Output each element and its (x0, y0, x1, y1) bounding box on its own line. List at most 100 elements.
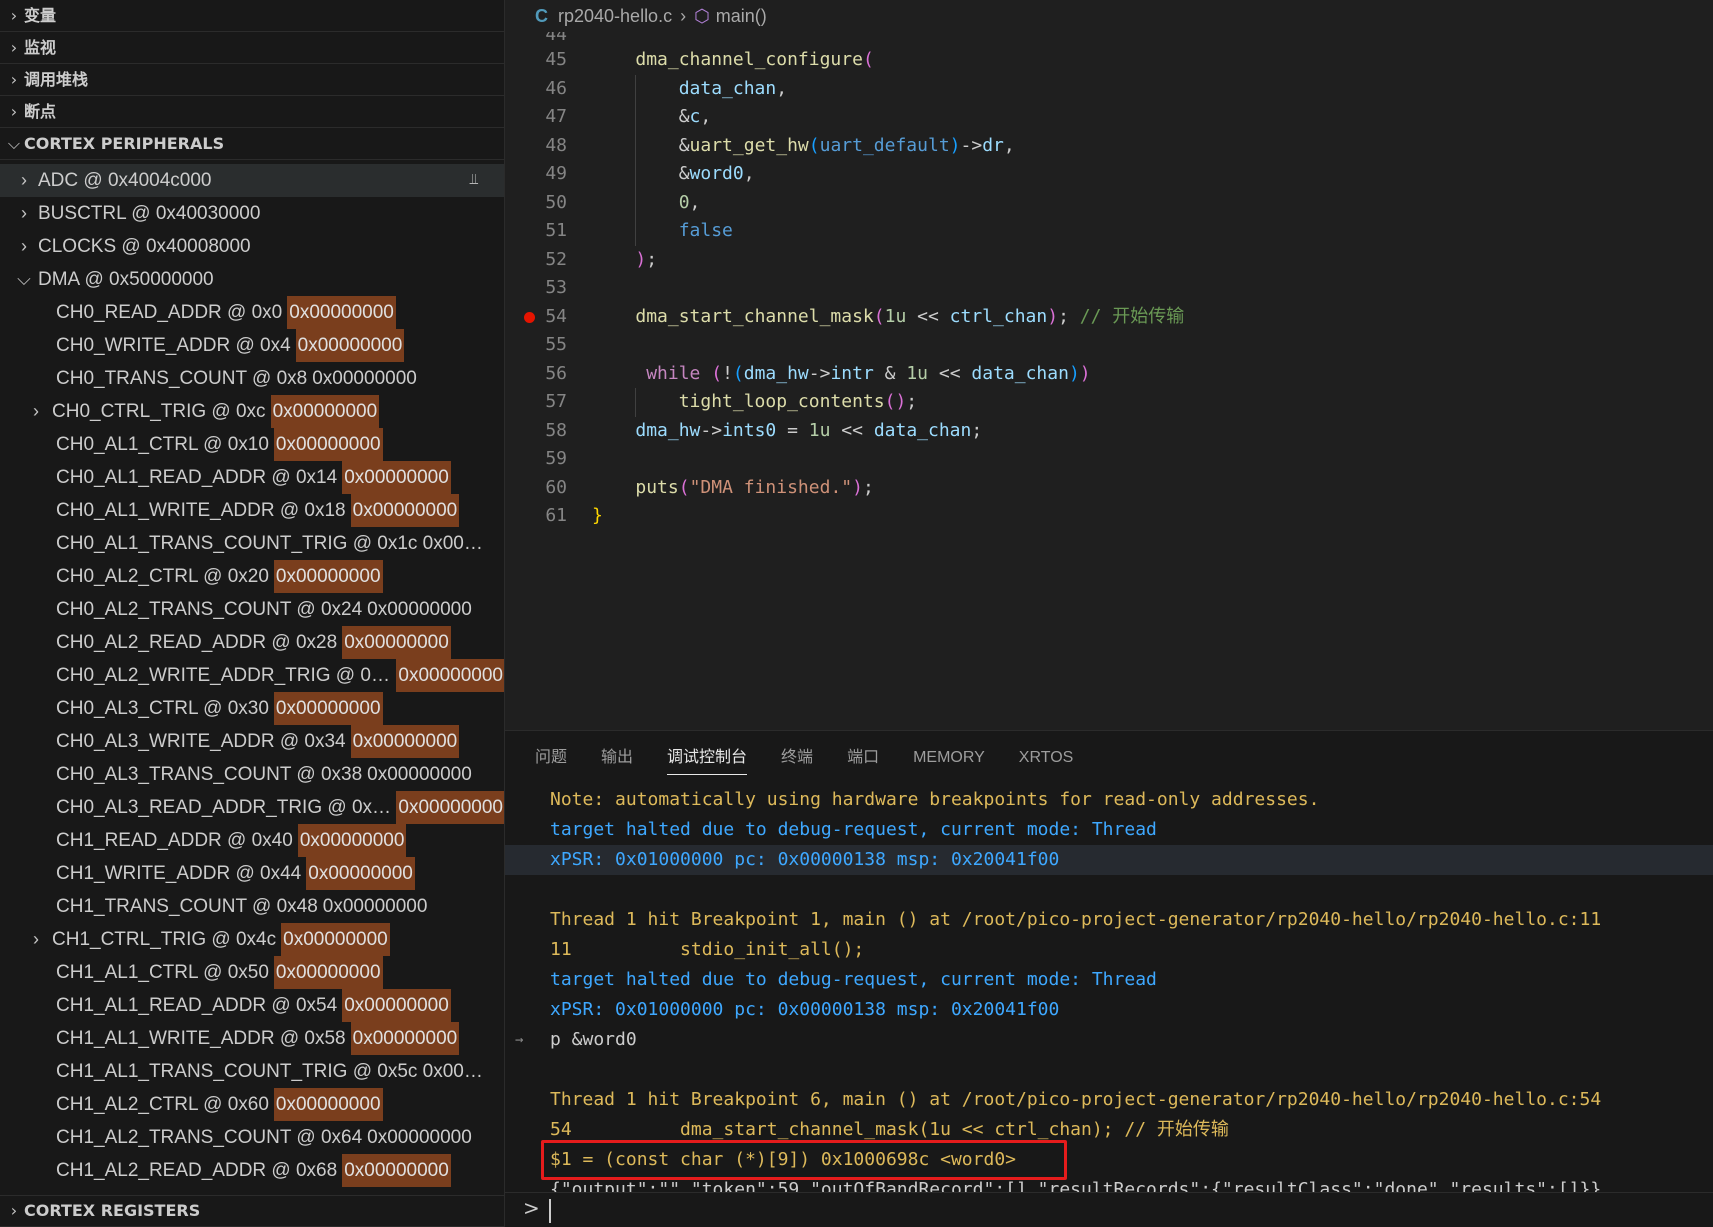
line-number: 50 (545, 191, 567, 213)
register-item[interactable]: CH1_AL2_READ_ADDR @ 0x68 0x00000000 (0, 1154, 504, 1187)
register-item[interactable]: CH0_AL3_TRANS_COUNT @ 0x38 0x00000000 (0, 758, 504, 791)
line-number: 58 (545, 419, 567, 441)
register-item[interactable]: CH1_AL1_TRANS_COUNT_TRIG @ 0x5c 0x00000.… (0, 1055, 504, 1088)
tab-xrtos[interactable]: XRTOS (1019, 731, 1074, 785)
section-label: 监视 (24, 37, 57, 57)
tab-ports[interactable]: 端口 (847, 731, 879, 785)
panel-tabs: 问题 输出 调试控制台 终端 端口 MEMORY XRTOS (505, 731, 1713, 785)
tab-output[interactable]: 输出 (601, 731, 633, 785)
code-editor: C rp2040-hello.c › ⬡ main() 44 45 dma_ch… (505, 0, 1713, 730)
register-item[interactable]: › CH1_CTRL_TRIG @ 0x4c 0x00000000 (0, 923, 504, 956)
breadcrumb: C rp2040-hello.c › ⬡ main() (505, 0, 1713, 32)
register-item[interactable]: CH1_AL1_CTRL @ 0x50 0x00000000 (0, 956, 504, 989)
register-item[interactable]: CH0_AL3_CTRL @ 0x30 0x00000000 (0, 692, 504, 725)
code-line: 61 } (505, 502, 1713, 531)
prompt-chevron-icon: > (523, 1196, 540, 1220)
peripheral-label: CLOCKS @ 0x40008000 (38, 236, 251, 257)
console-text: p &word0 (550, 1029, 637, 1050)
peripheral-item[interactable]: ⌵ DMA @ 0x50000000 (0, 263, 504, 296)
debug-console-output[interactable]: Note: automatically using hardware break… (505, 785, 1713, 1205)
register-value: 0x00000000 (396, 659, 504, 692)
register-value: 0x00000000 (306, 857, 415, 890)
register-value: 0x00000000 (350, 494, 460, 527)
register-item[interactable]: CH0_AL3_WRITE_ADDR @ 0x34 0x00000000 (0, 725, 504, 758)
register-item[interactable]: CH0_AL3_READ_ADDR_TRIG @ 0x3c 0x00000000 (0, 791, 504, 824)
console-line: xPSR: 0x01000000 pc: 0x00000138 msp: 0x2… (505, 995, 1713, 1025)
chevron-right-icon: › (21, 203, 27, 223)
code-line: 55 (505, 331, 1713, 360)
tab-terminal[interactable]: 终端 (781, 731, 813, 785)
register-item[interactable]: CH0_AL2_WRITE_ADDR_TRIG @ 0x2c 0x00000000 (0, 659, 504, 692)
register-item[interactable]: CH0_AL1_READ_ADDR @ 0x14 0x00000000 (0, 461, 504, 494)
pin-icon[interactable]: ⫫ (465, 172, 483, 188)
line-number: 54 (545, 305, 567, 327)
code-area[interactable]: 44 45 dma_channel_configure( 46 data_cha… (505, 32, 1713, 531)
console-text: target halted due to debug-request, curr… (550, 819, 1157, 840)
register-item[interactable]: CH1_AL2_CTRL @ 0x60 0x00000000 (0, 1088, 504, 1121)
register-label: CH1_AL2_TRANS_COUNT @ 0x64 (56, 1127, 363, 1148)
chevron-right-icon: › (10, 101, 18, 121)
register-label: CH1_WRITE_ADDR @ 0x44 (56, 863, 302, 884)
section-call-stack[interactable]: › 调用堆栈 (0, 64, 504, 96)
chevron-right-icon: › (10, 69, 18, 89)
section-watch[interactable]: › 监视 (0, 32, 504, 64)
register-item[interactable]: CH1_READ_ADDR @ 0x40 0x00000000 (0, 824, 504, 857)
register-item[interactable]: CH0_AL2_CTRL @ 0x20 0x00000000 (0, 560, 504, 593)
register-item[interactable]: CH0_TRANS_COUNT @ 0x8 0x00000000 (0, 362, 504, 395)
tab-memory[interactable]: MEMORY (913, 731, 985, 785)
peripheral-item[interactable]: › ADC @ 0x4004c000 ⫫ (0, 164, 504, 197)
register-item[interactable]: CH0_READ_ADDR @ 0x0 0x00000000 (0, 296, 504, 329)
chevron-right-icon: › (10, 5, 18, 25)
breadcrumb-file[interactable]: rp2040-hello.c (558, 6, 672, 27)
register-item[interactable]: CH1_WRITE_ADDR @ 0x44 0x00000000 (0, 857, 504, 890)
debug-console-input[interactable]: > (505, 1192, 1713, 1227)
line-number: 55 (545, 334, 567, 355)
code-line: 52 ); (505, 246, 1713, 275)
section-cortex-registers[interactable]: › CORTEX REGISTERS (0, 1195, 504, 1227)
register-item[interactable]: CH0_AL1_TRANS_COUNT_TRIG @ 0x1c 0x00000.… (0, 527, 504, 560)
peripheral-item[interactable]: › BUSCTRL @ 0x40030000 (0, 197, 504, 230)
register-value: 0x00000000 (273, 428, 383, 461)
register-item[interactable]: CH1_AL2_TRANS_COUNT @ 0x64 0x00000000 (0, 1121, 504, 1154)
register-label: CH1_AL1_CTRL @ 0x50 (56, 962, 269, 983)
register-item[interactable]: CH0_WRITE_ADDR @ 0x4 0x00000000 (0, 329, 504, 362)
register-item[interactable]: CH1_AL1_WRITE_ADDR @ 0x58 0x00000000 (0, 1022, 504, 1055)
register-item[interactable]: CH0_AL2_READ_ADDR @ 0x28 0x00000000 (0, 626, 504, 659)
register-label: CH1_AL2_READ_ADDR @ 0x68 (56, 1160, 338, 1181)
code-line: 50 0, (505, 188, 1713, 217)
tab-problems[interactable]: 问题 (535, 731, 567, 785)
register-item[interactable]: CH0_AL1_CTRL @ 0x10 0x00000000 (0, 428, 504, 461)
register-label: CH1_CTRL_TRIG @ 0x4c (52, 929, 277, 950)
code-line: 57 tight_loop_contents(); (505, 388, 1713, 417)
register-label: CH0_AL2_WRITE_ADDR_TRIG @ 0x2c (56, 665, 392, 686)
code-line: 53 (505, 274, 1713, 303)
code-line: 48 &uart_get_hw(uart_default)->dr, (505, 131, 1713, 160)
line-number: 46 (545, 77, 567, 99)
console-line: target halted due to debug-request, curr… (505, 965, 1713, 995)
console-text: Thread 1 hit Breakpoint 1, main () at /r… (550, 909, 1602, 930)
chevron-right-icon: › (21, 170, 27, 190)
register-value: 0x00000000 (295, 329, 405, 362)
section-variables[interactable]: › 变量 (0, 0, 504, 32)
breadcrumb-symbol[interactable]: main() (716, 6, 767, 27)
peripheral-item[interactable]: › CLOCKS @ 0x40008000 (0, 230, 504, 263)
section-label: CORTEX PERIPHERALS (24, 133, 225, 153)
section-cortex-peripherals[interactable]: ⌵ CORTEX PERIPHERALS (0, 128, 504, 160)
register-item[interactable]: › CH0_CTRL_TRIG @ 0xc 0x00000000 (0, 395, 504, 428)
register-label: CH0_AL1_TRANS_COUNT_TRIG @ 0x1c 0x00000.… (56, 533, 486, 554)
bottom-panel: 问题 输出 调试控制台 终端 端口 MEMORY XRTOS Note: aut… (505, 730, 1713, 1227)
function-cube-icon: ⬡ (694, 5, 710, 26)
register-item[interactable]: CH1_TRANS_COUNT @ 0x48 0x00000000 (0, 890, 504, 923)
register-value: 0x00000000 (273, 560, 383, 593)
console-line: Thread 1 hit Breakpoint 6, main () at /r… (505, 1085, 1713, 1115)
register-label: CH1_AL1_WRITE_ADDR @ 0x58 (56, 1028, 346, 1049)
line-number: 48 (545, 134, 567, 156)
section-breakpoints[interactable]: › 断点 (0, 96, 504, 128)
breakpoint-icon[interactable] (524, 311, 535, 323)
line-number: 44 (545, 32, 567, 45)
register-item[interactable]: CH0_AL1_WRITE_ADDR @ 0x18 0x00000000 (0, 494, 504, 527)
register-item[interactable]: CH1_AL1_READ_ADDR @ 0x54 0x00000000 (0, 989, 504, 1022)
tab-debug-console[interactable]: 调试控制台 (667, 731, 748, 785)
register-item[interactable]: CH0_AL2_TRANS_COUNT @ 0x24 0x00000000 (0, 593, 504, 626)
